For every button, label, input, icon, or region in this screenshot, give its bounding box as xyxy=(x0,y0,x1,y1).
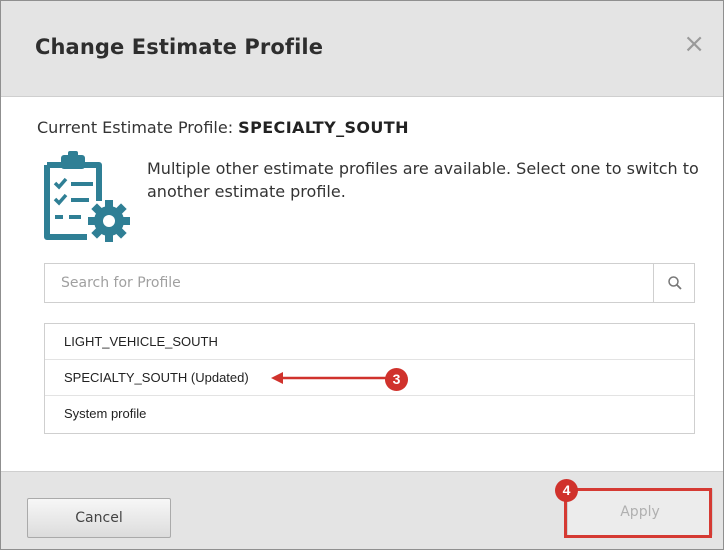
annotation-arrow-icon xyxy=(271,372,387,384)
search-button[interactable] xyxy=(653,264,694,302)
annotation-badge-3: 3 xyxy=(385,368,408,391)
profile-item-system-profile[interactable]: System profile xyxy=(45,396,694,432)
dialog-title: Change Estimate Profile xyxy=(35,35,324,59)
close-icon[interactable]: × xyxy=(683,31,705,57)
cancel-button[interactable]: Cancel xyxy=(27,498,171,538)
profile-item-light-vehicle-south[interactable]: LIGHT_VEHICLE_SOUTH xyxy=(45,324,694,360)
search-input[interactable] xyxy=(45,264,653,302)
apply-highlight-box xyxy=(564,488,712,538)
search-icon xyxy=(668,276,682,290)
change-estimate-profile-dialog: Change Estimate Profile × Current Estima… xyxy=(0,0,724,550)
profile-search-box xyxy=(44,263,695,303)
dialog-header: Change Estimate Profile × xyxy=(1,1,723,97)
annotation-badge-4: 4 xyxy=(555,479,578,502)
profile-description: Multiple other estimate profiles are ava… xyxy=(147,159,699,201)
current-profile-value: SPECIALTY_SOUTH xyxy=(238,118,409,137)
current-profile-label: Current Estimate Profile: xyxy=(37,118,239,137)
current-profile-line: Current Estimate Profile: SPECIALTY_SOUT… xyxy=(37,118,409,137)
clipboard-gear-icon xyxy=(44,151,130,242)
